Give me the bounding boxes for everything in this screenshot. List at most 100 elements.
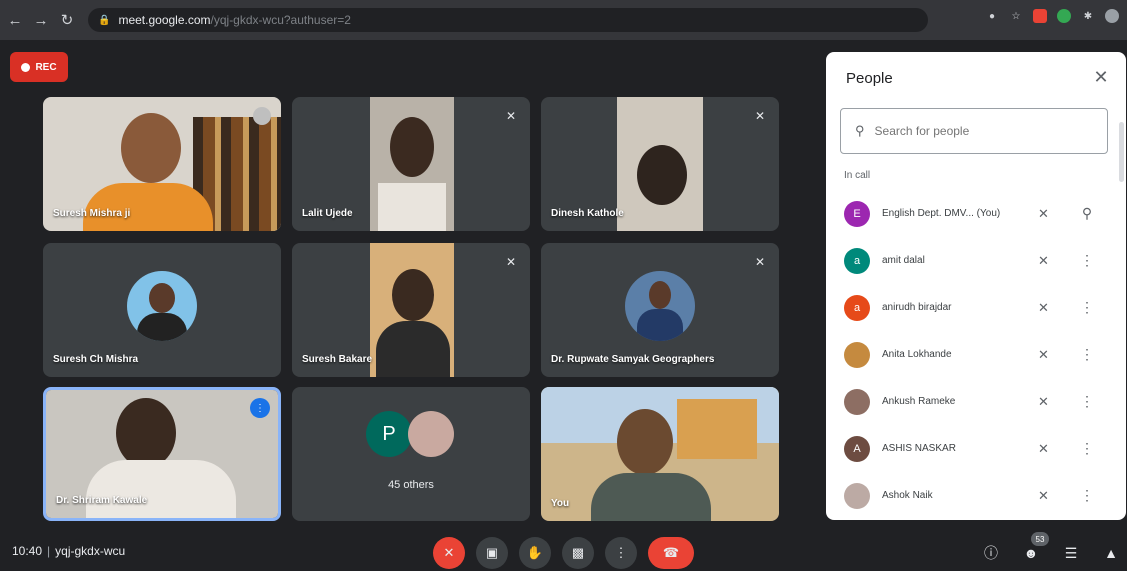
raise-hand-button[interactable]: ✋ — [519, 537, 551, 569]
back-icon[interactable]: ← — [4, 9, 26, 31]
person-row[interactable]: a amit dalal ✕ ⋮ — [826, 237, 1126, 284]
forward-icon[interactable]: → — [30, 9, 52, 31]
star-icon[interactable]: ☆ — [1009, 9, 1023, 23]
recording-dot-icon — [21, 62, 31, 72]
person-avatar — [844, 341, 870, 368]
activities-icon[interactable]: ▲ — [1098, 540, 1124, 566]
mic-off-icon[interactable]: ✕ — [1038, 253, 1049, 269]
meeting-info: 10:40 | yqj-gkdx-wcu — [12, 544, 125, 558]
participant-tile[interactable]: ✕ Dinesh Kathole — [541, 97, 779, 231]
person-row[interactable]: a anirudh birajdar ✕ ⋮ — [826, 284, 1126, 331]
people-list: E English Dept. DMV... (You) ✕ ⚲ a amit dalal… — [826, 190, 1126, 519]
mic-off-icon: ✕ — [754, 255, 766, 269]
participant-tile-active[interactable]: ⋮ Dr. Shriram Kawale — [43, 387, 281, 521]
pin-icon[interactable]: ⚲ — [1080, 205, 1094, 222]
self-tile[interactable]: You — [541, 387, 779, 521]
participant-name: Suresh Ch Mishra — [53, 354, 139, 365]
close-icon[interactable]: ✕ — [1090, 66, 1112, 88]
participant-name: Suresh Mishra ji — [53, 208, 131, 219]
mic-off-icon[interactable]: ✕ — [1038, 441, 1049, 457]
extension-icon[interactable]: ✱ — [1081, 9, 1095, 23]
panel-title: People — [846, 70, 893, 87]
meeting-code: yqj-gkdx-wcu — [55, 544, 126, 558]
panel-scrollbar[interactable] — [1119, 122, 1124, 182]
person-avatar: E — [844, 200, 870, 227]
extension-icon[interactable] — [1057, 9, 1071, 23]
participant-tile[interactable]: Suresh Mishra ji — [43, 97, 281, 231]
url-host: meet.google.com — [118, 13, 211, 27]
tile-more-icon[interactable] — [253, 107, 271, 125]
person-row[interactable]: E English Dept. DMV... (You) ✕ ⚲ — [826, 190, 1126, 237]
profile-icon[interactable] — [1105, 9, 1119, 23]
building-background — [677, 399, 757, 459]
address-bar[interactable]: 🔒 meet.google.com /yqj-gkdx-wcu?authuser… — [88, 8, 928, 32]
participant-face — [637, 145, 687, 205]
mic-off-icon[interactable]: ✕ — [1038, 300, 1049, 316]
present-button[interactable]: ▩ — [562, 537, 594, 569]
participant-body — [83, 183, 213, 231]
reload-icon[interactable]: ↻ — [56, 9, 78, 31]
mic-off-icon[interactable]: ✕ — [1038, 206, 1049, 222]
extension-icon[interactable] — [1033, 9, 1047, 23]
person-name: English Dept. DMV... (You) — [882, 208, 1001, 219]
mic-off-button[interactable]: ✕ — [433, 537, 465, 569]
others-tile[interactable]: P 45 others — [292, 387, 530, 521]
search-field[interactable]: ⚲ — [840, 108, 1108, 154]
more-vert-icon[interactable]: ⋮ — [1080, 252, 1094, 269]
search-input[interactable] — [874, 124, 1075, 138]
person-row[interactable]: Ankush Rameke ✕ ⋮ — [826, 378, 1126, 425]
more-vert-icon[interactable]: ⋮ — [1080, 487, 1094, 504]
mic-off-icon: ✕ — [505, 109, 517, 123]
camera-button[interactable]: ▣ — [476, 537, 508, 569]
section-label: In call — [844, 170, 871, 181]
participant-face — [617, 409, 673, 475]
participant-tile[interactable]: ✕ Lalit Ujede — [292, 97, 530, 231]
call-controls: ✕ ▣ ✋ ▩ ⋮ ☎ — [433, 537, 694, 569]
mic-off-icon: ✕ — [754, 109, 766, 123]
person-row[interactable]: A ASHIS NASKAR ✕ ⋮ — [826, 425, 1126, 472]
person-name: anirudh birajdar — [882, 302, 952, 313]
more-vert-icon[interactable]: ⋮ — [1080, 440, 1094, 457]
participant-body — [376, 321, 450, 377]
person-name: Ashok Naik — [882, 490, 933, 501]
participant-face — [392, 269, 434, 321]
person-avatar: a — [844, 294, 870, 321]
person-name: ASHIS NASKAR — [882, 443, 956, 454]
participant-tile[interactable]: ✕ Dr. Rupwate Samyak Geographers — [541, 243, 779, 377]
camera-icon[interactable]: ● — [985, 9, 999, 23]
side-tools: ⓘ ☻ 53 ☰ ▲ — [978, 532, 1124, 566]
people-icon[interactable]: ☻ 53 — [1018, 532, 1049, 566]
participant-body — [86, 460, 236, 518]
participant-name: Dinesh Kathole — [551, 208, 624, 219]
recording-badge[interactable]: REC — [10, 52, 68, 82]
participant-name: You — [551, 498, 570, 509]
end-call-button[interactable]: ☎ — [648, 537, 694, 569]
person-name: amit dalal — [882, 255, 925, 266]
participant-face — [121, 113, 181, 183]
url-path: /yqj-gkdx-wcu?authuser=2 — [210, 13, 351, 27]
browser-toolbar: ← → ↻ 🔒 meet.google.com /yqj-gkdx-wcu?au… — [0, 0, 1127, 40]
more-vert-icon[interactable]: ⋮ — [1080, 393, 1094, 410]
person-row[interactable]: Anita Lokhande ✕ ⋮ — [826, 331, 1126, 378]
others-avatar: P — [366, 411, 412, 457]
person-row[interactable]: Ashok Naik ✕ ⋮ — [826, 472, 1126, 519]
mic-off-icon[interactable]: ✕ — [1038, 488, 1049, 504]
people-panel: People ✕ ⚲ In call E English Dept. DMV...… — [826, 52, 1126, 520]
participant-name: Dr. Shriram Kawale — [56, 495, 148, 506]
participant-name: Lalit Ujede — [302, 208, 353, 219]
others-count-label: 45 others — [388, 479, 434, 491]
mic-off-icon[interactable]: ✕ — [1038, 347, 1049, 363]
info-icon[interactable]: ⓘ — [978, 540, 1004, 566]
participant-tile[interactable]: ✕ Suresh Bakare — [292, 243, 530, 377]
more-options-button[interactable]: ⋮ — [605, 537, 637, 569]
participant-face — [390, 117, 434, 177]
more-vert-icon[interactable]: ⋮ — [1080, 346, 1094, 363]
participant-tile[interactable]: Suresh Ch Mishra — [43, 243, 281, 377]
browser-extensions: ● ☆ ✱ — [985, 9, 1119, 23]
mic-off-icon[interactable]: ✕ — [1038, 394, 1049, 410]
person-name: Anita Lokhande — [882, 349, 952, 360]
more-vert-icon[interactable]: ⋮ — [1080, 299, 1094, 316]
chat-icon[interactable]: ☰ — [1058, 540, 1084, 566]
others-avatar-photo — [408, 411, 454, 457]
participant-count-badge: 53 — [1031, 532, 1049, 546]
